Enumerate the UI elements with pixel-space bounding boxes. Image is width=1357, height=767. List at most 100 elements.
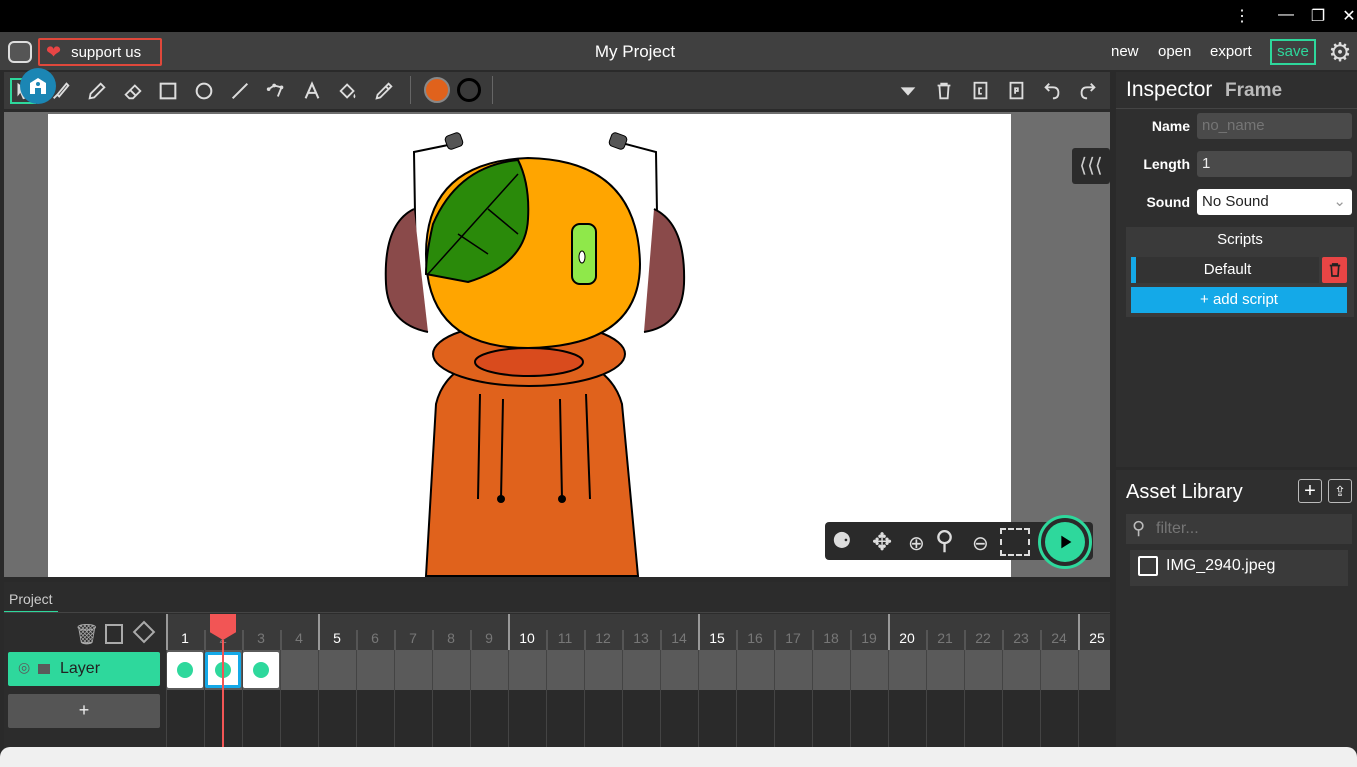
paste-button[interactable] [1003,78,1029,104]
play-icon [1045,522,1085,562]
ellipse-tool[interactable] [191,78,217,104]
add-layer-button[interactable]: + [8,694,160,728]
export-button[interactable]: export [1210,43,1252,60]
toolbar-divider [492,76,493,104]
layer-frames-row[interactable] [166,650,1110,690]
open-button[interactable]: open [1158,43,1191,60]
pan-icon[interactable]: ✥ [872,528,892,557]
pencil-tool[interactable] [84,78,110,104]
stage-area[interactable]: ⟨⟨⟨ [4,112,1110,577]
delete-script-button[interactable] [1322,257,1347,283]
frame-gridline [546,650,547,747]
lock-icon[interactable] [38,664,50,674]
ellipse-icon [195,82,213,100]
frame-number[interactable]: 16 [740,630,770,646]
frame-number[interactable]: 5 [322,630,352,646]
frame-number[interactable]: 25 [1082,630,1112,646]
frame-number[interactable]: 13 [626,630,656,646]
fill-tool[interactable] [335,78,361,104]
play-button[interactable] [1038,515,1092,569]
frame-number[interactable]: 15 [702,630,732,646]
camera-icon[interactable] [105,624,123,644]
tab-project[interactable]: Project [4,587,58,613]
frame-gridline [1002,650,1003,747]
frame-number[interactable]: 1 [170,630,200,646]
restore-button[interactable]: ❐ [1308,6,1328,26]
frame-number[interactable]: 10 [512,630,542,646]
asset-library-panel [1116,470,1357,750]
frame-number[interactable]: 14 [664,630,694,646]
fill-color-swatch[interactable] [424,77,450,103]
frame-gridline [584,650,585,747]
toolbar-divider [410,76,411,104]
frame-number[interactable]: 9 [474,630,504,646]
undo-button[interactable] [1039,78,1065,104]
settings-gear-icon[interactable]: ⚙ [1326,38,1354,66]
path-tool[interactable] [263,78,289,104]
add-script-button[interactable]: + add script [1131,287,1347,313]
redo-button[interactable] [1075,78,1101,104]
copy-button[interactable] [967,78,993,104]
more-options-icon[interactable]: ⋮ [1232,6,1252,26]
fit-screen-icon[interactable] [1000,528,1030,556]
zoom-icon[interactable]: ⚲ [935,525,954,556]
frame-number[interactable]: 3 [246,630,276,646]
canvas[interactable] [48,114,1011,577]
frame-tick [850,630,852,650]
frame-number[interactable]: 21 [930,630,960,646]
more-dropdown[interactable] [895,78,921,104]
eraser-tool[interactable] [120,78,146,104]
frame-number[interactable]: 20 [892,630,922,646]
add-asset-button[interactable]: + [1298,479,1322,503]
frame-number[interactable]: 4 [284,630,314,646]
keyframe-3[interactable] [243,652,279,688]
frame-tick [432,630,434,650]
frame-number[interactable]: 18 [816,630,846,646]
frame-number[interactable]: 11 [550,630,580,646]
sound-select[interactable]: No Sound ⌄ [1197,189,1352,215]
frame-number[interactable]: 24 [1044,630,1074,646]
sound-label: Sound [1146,194,1190,210]
save-button[interactable]: save [1270,39,1316,65]
frame-number[interactable]: 22 [968,630,998,646]
upload-asset-button[interactable]: ⇪ [1328,479,1352,503]
project-title[interactable]: My Project [0,42,1270,62]
frame-gridline [774,650,775,747]
keyframe-1[interactable] [167,652,203,688]
text-icon [304,81,320,99]
close-button[interactable]: ✕ [1339,6,1357,26]
collapse-panel-button[interactable]: ⟨⟨⟨ [1072,148,1110,184]
scripts-title: Scripts [1217,231,1263,248]
frame-number[interactable]: 23 [1006,630,1036,646]
minimize-button[interactable]: — [1276,6,1296,24]
frame-gridline [318,650,319,747]
asset-filter-input[interactable] [1156,518,1346,540]
brush-tool[interactable] [48,78,74,104]
line-tool[interactable] [227,78,253,104]
frame-number[interactable]: 6 [360,630,390,646]
name-input[interactable] [1197,113,1352,139]
onion-skin-icon[interactable]: ⚈ [832,528,852,554]
frame-number[interactable]: 12 [588,630,618,646]
frame-number[interactable]: 17 [778,630,808,646]
frame-number[interactable]: 19 [854,630,884,646]
new-button[interactable]: new [1111,43,1139,60]
delete-layer-icon[interactable]: 🗑 [74,622,99,647]
asset-item[interactable]: IMG_2940.jpeg [1130,550,1348,586]
script-default[interactable]: Default [1131,257,1319,283]
frame-tick [356,630,358,650]
frame-number[interactable]: 7 [398,630,428,646]
zoom-in-icon[interactable]: ⊕ [908,531,925,556]
copy-icon [973,81,988,100]
frame-number[interactable]: 8 [436,630,466,646]
stroke-color-swatch[interactable] [457,78,481,102]
frame-tick [774,630,776,650]
rectangle-tool[interactable] [155,78,181,104]
zoom-out-icon[interactable]: ⊖ [972,531,989,556]
length-input[interactable]: 1 [1197,151,1352,177]
eye-icon[interactable]: ◎ [18,659,30,676]
delete-selection-button[interactable] [931,78,957,104]
text-tool[interactable] [299,78,325,104]
layer-row[interactable]: ◎ Layer [8,652,160,686]
eyedropper-tool[interactable] [371,78,397,104]
